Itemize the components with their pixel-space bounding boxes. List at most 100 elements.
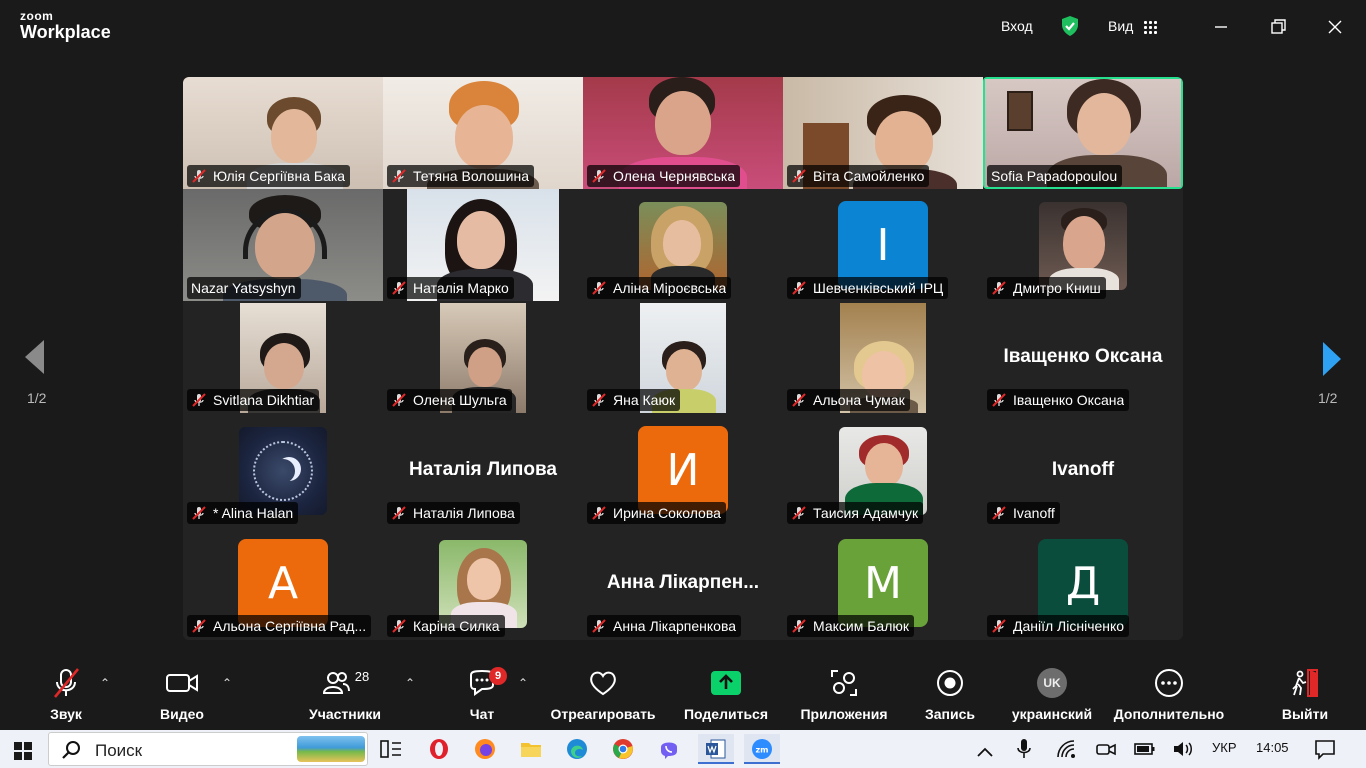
interpretation-language-button[interactable]: UK украинский (1006, 666, 1098, 726)
participant-name: Наталія Липова (413, 505, 515, 521)
chrome-browser-icon[interactable] (612, 738, 634, 760)
participant-label: Альона Сергіївна Рад... (187, 615, 372, 637)
participant-label: Юлія Сергіївна Бака (187, 165, 351, 187)
chat-options-chevron-icon[interactable]: ⌃ (518, 676, 528, 690)
zoom-taskbar-item[interactable]: zm (744, 734, 780, 764)
participant-tile[interactable]: Svitlana Dikhtiar (183, 301, 383, 413)
battery-icon[interactable] (1134, 738, 1156, 760)
participant-avatar: І (838, 201, 928, 289)
next-page-arrow-icon[interactable] (1320, 340, 1344, 378)
participant-tile[interactable]: Ivanoff Ivanoff (983, 414, 1183, 526)
more-ellipsis-icon (1155, 669, 1183, 697)
edge-browser-icon[interactable] (566, 738, 588, 760)
microphone-tray-icon[interactable] (1016, 738, 1032, 760)
participants-label: Участники (309, 706, 381, 722)
notification-center-icon[interactable] (1314, 738, 1336, 760)
audio-button[interactable]: Звук (36, 666, 96, 726)
participant-tile[interactable]: Наталія Марко (383, 189, 583, 301)
participant-tile[interactable]: * Alina Halan (183, 414, 383, 526)
opera-browser-icon[interactable] (428, 738, 450, 760)
word-taskbar-item[interactable] (698, 734, 734, 764)
participant-tile[interactable]: Віта Самойленко (783, 77, 983, 189)
participant-label: Ирина Соколова (587, 502, 726, 524)
leave-meeting-button[interactable]: Выйти (1276, 666, 1334, 726)
firefox-browser-icon[interactable] (474, 738, 496, 760)
meeting-toolbar: Звук ⌃ Видео ⌃ 28 Участники ⌃ Чат 9 ⌃ От… (0, 656, 1366, 730)
search-icon (62, 741, 80, 759)
muted-mic-icon (192, 506, 206, 520)
participant-tile[interactable]: Олена Чернявська (583, 77, 783, 189)
participant-tile[interactable]: Таисия Адамчук (783, 414, 983, 526)
viber-icon[interactable] (658, 738, 680, 760)
file-explorer-icon[interactable] (520, 738, 542, 760)
task-view-icon[interactable] (380, 738, 402, 760)
close-icon[interactable] (1322, 14, 1348, 40)
video-button[interactable]: Видео (152, 666, 212, 726)
more-button[interactable]: Дополнительно (1112, 666, 1226, 726)
apps-button[interactable]: Приложения (796, 666, 892, 726)
participant-tile[interactable]: Яна Каюк (583, 301, 783, 413)
participant-tile[interactable]: Д Даніїл Лісніченко (983, 527, 1183, 639)
participant-name: Аліна Міроєвська (613, 280, 727, 296)
audio-options-chevron-icon[interactable]: ⌃ (100, 676, 110, 690)
react-button[interactable]: Отреагировать (548, 666, 658, 726)
taskbar-search-box[interactable]: Поиск (48, 732, 368, 766)
participant-label: Альона Чумак (787, 389, 910, 411)
view-button[interactable]: Вид (1108, 18, 1133, 34)
participant-tile-active-speaker[interactable]: Sofia Papadopoulou (983, 77, 1183, 189)
participants-button[interactable]: 28 Участники (300, 666, 390, 726)
record-button[interactable]: Запись (920, 666, 980, 726)
minimize-icon[interactable] (1208, 14, 1234, 40)
participant-tile[interactable]: Олена Шульга (383, 301, 583, 413)
clock-time[interactable]: 14:05 (1256, 740, 1289, 755)
participant-name: Даніїл Лісніченко (1013, 618, 1125, 634)
participant-label: Даніїл Лісніченко (987, 615, 1130, 637)
share-screen-button[interactable]: Поделиться (680, 666, 772, 726)
previous-page-arrow-icon[interactable] (22, 338, 48, 376)
keyboard-language[interactable]: УКР (1212, 740, 1237, 755)
participant-label: Наталія Марко (387, 277, 514, 299)
participant-tile[interactable]: Юлія Сергіївна Бака (183, 77, 383, 189)
page-indicator-left: 1/2 (27, 390, 47, 406)
muted-mic-icon (792, 619, 806, 633)
muted-mic-icon (992, 281, 1006, 295)
muted-mic-icon (192, 393, 206, 407)
search-highlight-image (297, 736, 365, 762)
participant-tile[interactable]: Анна Лікарпен... Анна Лікарпенкова (583, 527, 783, 639)
camera-in-use-icon[interactable] (1096, 738, 1116, 760)
participant-tile[interactable]: М Максим Балюк (783, 527, 983, 639)
participant-tile[interactable]: Аліна Міроєвська (583, 189, 783, 301)
volume-icon[interactable] (1172, 738, 1194, 760)
search-placeholder: Поиск (95, 741, 143, 760)
participant-name: Юлія Сергіївна Бака (213, 168, 346, 184)
participant-tile[interactable]: І Шевченківський ІРЦ (783, 189, 983, 301)
muted-mic-icon (792, 169, 806, 183)
participant-tile[interactable]: А Альона Сергіївна Рад... (183, 527, 383, 639)
participant-label: Nazar Yatsyshyn (187, 277, 301, 299)
participant-tile[interactable]: Іващенко Оксана Іващенко Оксана (983, 301, 1183, 413)
participant-label: Анна Лікарпенкова (587, 615, 742, 637)
participant-tile[interactable]: И Ирина Соколова (583, 414, 783, 526)
participants-options-chevron-icon[interactable]: ⌃ (405, 676, 415, 690)
show-hidden-icons-chevron-icon[interactable] (976, 741, 994, 763)
restore-icon[interactable] (1265, 14, 1291, 40)
network-icon[interactable] (1056, 738, 1076, 760)
participant-label: Аліна Міроєвська (587, 277, 732, 299)
participant-name: Ivanoff (1013, 505, 1055, 521)
participant-tile[interactable]: Тетяна Волошина (383, 77, 583, 189)
participant-tile[interactable]: Дмитро Книш (983, 189, 1183, 301)
encryption-shield-icon[interactable] (1060, 15, 1080, 37)
participant-tile[interactable]: Nazar Yatsyshyn (183, 189, 383, 301)
participant-name: Анна Лікарпенкова (613, 618, 737, 634)
heart-icon (590, 671, 616, 696)
participant-name: Шевченківський ІРЦ (813, 280, 944, 296)
participant-name: Яна Каюк (613, 392, 676, 408)
view-grid-icon[interactable] (1143, 20, 1157, 34)
participant-tile[interactable]: Альона Чумак (783, 301, 983, 413)
participant-tile[interactable]: Наталія Липова Наталія Липова (383, 414, 583, 526)
participant-tile[interactable]: Каріна Силка (383, 527, 583, 639)
windows-start-icon[interactable] (14, 740, 32, 762)
signin-button[interactable]: Вход (1001, 18, 1033, 34)
video-options-chevron-icon[interactable]: ⌃ (222, 676, 232, 690)
muted-mic-icon (792, 506, 806, 520)
